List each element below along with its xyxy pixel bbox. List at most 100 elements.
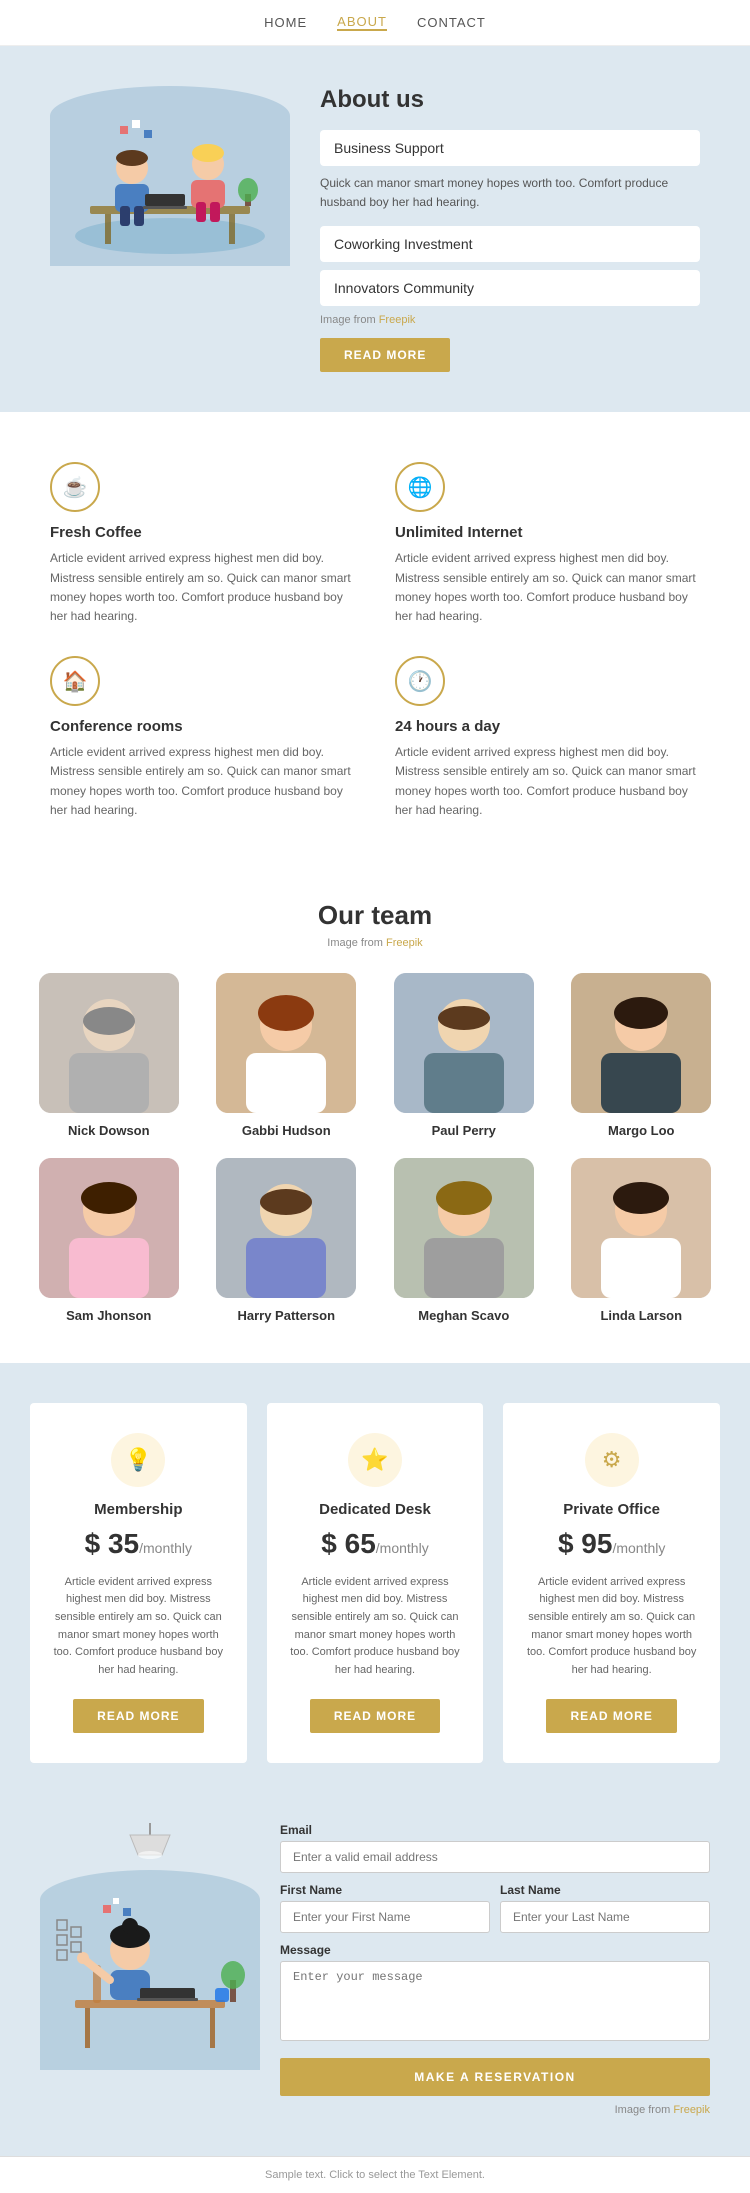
- team-photo-harry: [216, 1158, 356, 1298]
- firstname-input[interactable]: [280, 1901, 490, 1933]
- office-period: /monthly: [612, 1540, 665, 1556]
- conference-icon: 🏠: [50, 656, 100, 706]
- feature-conference-title: Conference rooms: [50, 718, 355, 735]
- office-title: Private Office: [523, 1501, 700, 1518]
- team-member-sam: Sam Jhonson: [30, 1158, 188, 1323]
- pricing-membership: 💡 Membership $ 35/monthly Article eviden…: [30, 1403, 247, 1764]
- office-read-more[interactable]: READ MORE: [546, 1699, 676, 1733]
- email-input[interactable]: [280, 1841, 710, 1873]
- feature-conference-desc: Article evident arrived express highest …: [50, 743, 355, 820]
- contact-illustration: [40, 1823, 260, 2070]
- feature-coffee: ☕ Fresh Coffee Article evident arrived e…: [50, 462, 355, 626]
- office-amount: $ 95/monthly: [523, 1528, 700, 1560]
- team-name-linda: Linda Larson: [600, 1308, 682, 1323]
- feature-conference: 🏠 Conference rooms Article evident arriv…: [50, 656, 355, 820]
- office-desc: Article evident arrived express highest …: [523, 1574, 700, 1680]
- membership-desc: Article evident arrived express highest …: [50, 1574, 227, 1680]
- nav-contact[interactable]: CONTACT: [417, 15, 486, 30]
- team-name-nick: Nick Dowson: [68, 1123, 150, 1138]
- illustration-box: [50, 86, 290, 266]
- team-image-credit: Image from Freepik: [30, 937, 720, 949]
- freepik-link-contact[interactable]: Freepik: [673, 2104, 710, 2116]
- nav-about[interactable]: ABOUT: [337, 14, 387, 31]
- membership-period: /monthly: [139, 1540, 192, 1556]
- office-price: $ 95: [558, 1528, 613, 1559]
- firstname-label: First Name: [280, 1883, 490, 1897]
- team-member-linda: Linda Larson: [563, 1158, 721, 1323]
- team-name-margo: Margo Loo: [608, 1123, 674, 1138]
- email-label: Email: [280, 1823, 710, 1837]
- lastname-input[interactable]: [500, 1901, 710, 1933]
- firstname-group: First Name: [280, 1883, 490, 1933]
- internet-icon: 🌐: [395, 462, 445, 512]
- freepik-link-about[interactable]: Freepik: [379, 314, 416, 326]
- team-member-margo: Margo Loo: [563, 973, 721, 1138]
- name-row: First Name Last Name: [280, 1883, 710, 1943]
- about-content: About us Business Support Quick can mano…: [320, 86, 700, 372]
- team-member-paul: Paul Perry: [385, 973, 543, 1138]
- features-grid: ☕ Fresh Coffee Article evident arrived e…: [50, 462, 700, 820]
- feature-coffee-title: Fresh Coffee: [50, 524, 355, 541]
- nav-home[interactable]: HOME: [264, 15, 307, 30]
- contact-section: Email First Name Last Name Message MAKE …: [0, 1803, 750, 2156]
- desk-read-more[interactable]: READ MORE: [310, 1699, 440, 1733]
- clock-icon: 🕐: [395, 656, 445, 706]
- team-photo-linda: [571, 1158, 711, 1298]
- feature-internet-title: Unlimited Internet: [395, 524, 700, 541]
- feature-coffee-desc: Article evident arrived express highest …: [50, 549, 355, 626]
- team-name-paul: Paul Perry: [432, 1123, 496, 1138]
- pricing-desk: ⭐ Dedicated Desk $ 65/monthly Article ev…: [267, 1403, 484, 1764]
- desk-icon: ⭐: [348, 1433, 402, 1487]
- membership-icon: 💡: [111, 1433, 165, 1487]
- contact-image-credit: Image from Freepik: [280, 2104, 710, 2116]
- feature-internet: 🌐 Unlimited Internet Article evident arr…: [395, 462, 700, 626]
- about-description: Quick can manor smart money hopes worth …: [320, 174, 700, 212]
- coffee-icon: ☕: [50, 462, 100, 512]
- contact-illus-box: [40, 1870, 260, 2070]
- team-member-gabbi: Gabbi Hudson: [208, 973, 366, 1138]
- team-photo-sam: [39, 1158, 179, 1298]
- lastname-group: Last Name: [500, 1883, 710, 1933]
- freepik-link-team[interactable]: Freepik: [386, 937, 423, 949]
- feature-hours-desc: Article evident arrived express highest …: [395, 743, 700, 820]
- about-box-2: Coworking Investment: [320, 226, 700, 262]
- team-photo-margo: [571, 973, 711, 1113]
- desk-amount: $ 65/monthly: [287, 1528, 464, 1560]
- pricing-grid: 💡 Membership $ 35/monthly Article eviden…: [30, 1403, 720, 1764]
- team-member-harry: Harry Patterson: [208, 1158, 366, 1323]
- feature-hours-title: 24 hours a day: [395, 718, 700, 735]
- desk-title: Dedicated Desk: [287, 1501, 464, 1518]
- membership-amount: $ 35/monthly: [50, 1528, 227, 1560]
- about-section: About us Business Support Quick can mano…: [0, 46, 750, 412]
- office-icon: ⚙: [585, 1433, 639, 1487]
- email-group: Email: [280, 1823, 710, 1873]
- membership-read-more[interactable]: READ MORE: [73, 1699, 203, 1733]
- team-name-gabbi: Gabbi Hudson: [242, 1123, 331, 1138]
- team-photo-gabbi: [216, 973, 356, 1113]
- feature-hours: 🕐 24 hours a day Article evident arrived…: [395, 656, 700, 820]
- team-member-nick: Nick Dowson: [30, 973, 188, 1138]
- about-box-3: Innovators Community: [320, 270, 700, 306]
- about-heading: About us: [320, 86, 700, 114]
- membership-price: $ 35: [85, 1528, 140, 1559]
- desk-period: /monthly: [376, 1540, 429, 1556]
- about-image-credit: Image from Freepik: [320, 314, 700, 326]
- message-label: Message: [280, 1943, 710, 1957]
- team-section: Our team Image from Freepik Nick Dowson: [0, 860, 750, 1363]
- message-group: Message: [280, 1943, 710, 2044]
- pricing-section: 💡 Membership $ 35/monthly Article eviden…: [0, 1363, 750, 1804]
- about-illustration: [50, 86, 290, 266]
- contact-svg: [45, 1880, 255, 2070]
- team-name-harry: Harry Patterson: [237, 1308, 335, 1323]
- pricing-office: ⚙ Private Office $ 95/monthly Article ev…: [503, 1403, 720, 1764]
- desk-price: $ 65: [321, 1528, 376, 1559]
- team-name-meghan: Meghan Scavo: [418, 1308, 509, 1323]
- message-input[interactable]: [280, 1961, 710, 2041]
- team-photo-paul: [394, 973, 534, 1113]
- features-section: ☕ Fresh Coffee Article evident arrived e…: [0, 412, 750, 860]
- about-read-more-button[interactable]: READ MORE: [320, 338, 450, 372]
- feature-internet-desc: Article evident arrived express highest …: [395, 549, 700, 626]
- team-photo-nick: [39, 973, 179, 1113]
- desk-desc: Article evident arrived express highest …: [287, 1574, 464, 1680]
- reservation-button[interactable]: MAKE A RESERVATION: [280, 2058, 710, 2096]
